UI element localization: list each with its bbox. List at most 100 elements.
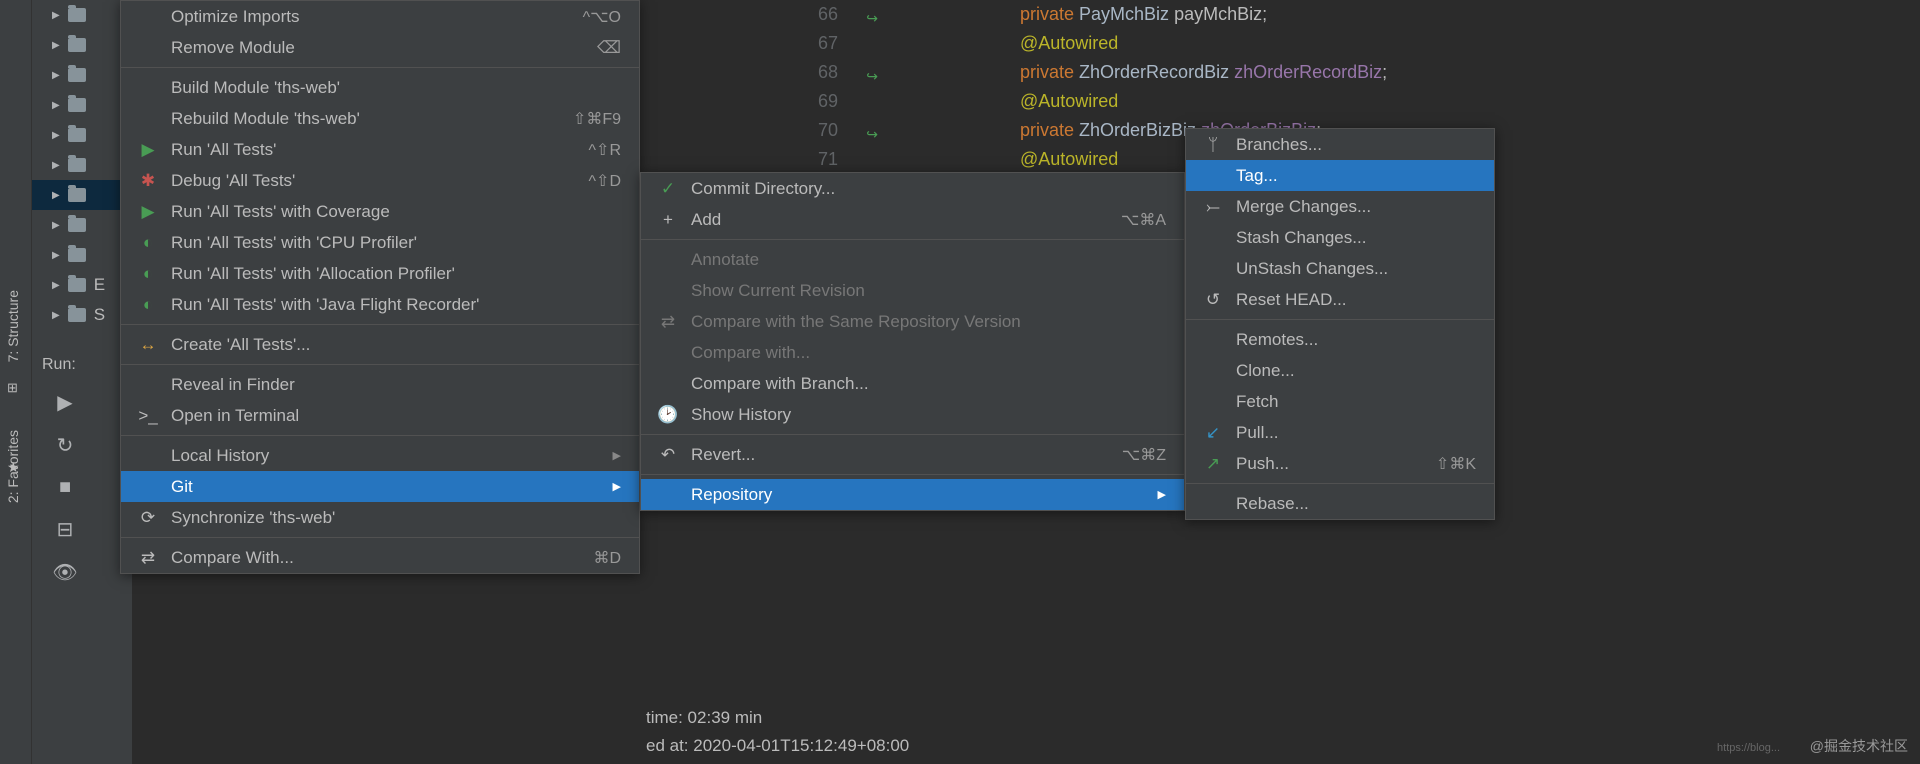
menu-item-open-in-terminal[interactable]: >_Open in Terminal	[121, 400, 639, 431]
submenu-repository[interactable]: ᛘ Branches... Tag...⤚Merge Changes... Stash…	[1185, 128, 1495, 520]
menu-item-rebuild-module-ths-web[interactable]: Rebuild Module 'ths-web'⇧⌘F9	[121, 103, 639, 134]
expand-icon[interactable]: ▶	[52, 10, 60, 21]
gutter-method-icon[interactable]: ↪	[866, 126, 878, 143]
submenu-arrow-icon: ▶	[1158, 488, 1166, 501]
tree-row[interactable]: ▶	[32, 180, 132, 210]
expand-icon[interactable]: ▶	[52, 40, 60, 51]
submenu-git[interactable]: ✓Commit Directory...+Add⌥⌘AAnnotateShow …	[640, 172, 1185, 511]
editor-line[interactable]: 66↪private PayMchBiz payMchBiz;	[640, 0, 1920, 29]
menu-item-revert[interactable]: ↶Revert...⌥⌘Z	[641, 439, 1184, 470]
menu-item-run-all-tests-with-java-flight-recorder[interactable]: ◐Run 'All Tests' with 'Java Flight Recor…	[121, 289, 639, 320]
menu-item-debug-all-tests[interactable]: ✱Debug 'All Tests'^⇧D	[121, 165, 639, 196]
menu-item-clone[interactable]: Clone...	[1186, 355, 1494, 386]
menu-item-stash-changes[interactable]: Stash Changes...	[1186, 222, 1494, 253]
menu-icon: ᛘ	[1204, 135, 1222, 155]
menu-icon: ⟳	[139, 508, 157, 528]
menu-item-rebase[interactable]: Rebase...	[1186, 488, 1494, 519]
code[interactable]: @Autowired	[850, 91, 1118, 112]
shortcut: ⌘D	[593, 548, 621, 568]
menu-item-tag[interactable]: Tag...	[1186, 160, 1494, 191]
menu-icon: >_	[139, 406, 157, 426]
line-number: 66↪	[640, 4, 850, 25]
project-tree[interactable]: ▶▶▶▶▶▶▶▶▶▶ E▶ S	[32, 0, 132, 764]
tree-row[interactable]: ▶ S	[32, 300, 132, 330]
expand-icon[interactable]: ▶	[52, 220, 60, 231]
code[interactable]: @Autowired	[850, 33, 1118, 54]
code[interactable]: @Autowired	[850, 149, 1118, 170]
menu-item-pull[interactable]: ↙Pull...	[1186, 417, 1494, 448]
tree-row[interactable]: ▶	[32, 90, 132, 120]
tree-row[interactable]: ▶	[32, 150, 132, 180]
menu-item-run-all-tests-with-cpu-profiler[interactable]: ◐Run 'All Tests' with 'CPU Profiler'	[121, 227, 639, 258]
run-icon[interactable]: ▶	[57, 390, 72, 415]
menu-item-show-history[interactable]: 🕑Show History	[641, 399, 1184, 430]
folder-icon	[68, 188, 86, 202]
menu-label: UnStash Changes...	[1236, 259, 1476, 279]
menu-item-run-all-tests-with-coverage[interactable]: ▶Run 'All Tests' with Coverage	[121, 196, 639, 227]
editor-line[interactable]: 68↪private ZhOrderRecordBiz zhOrderRecor…	[640, 58, 1920, 87]
line-number: 71	[640, 149, 850, 170]
menu-item-synchronize-ths-web[interactable]: ⟳ Synchronize 'ths-web'	[121, 502, 639, 533]
expand-icon[interactable]: ▶	[52, 130, 60, 141]
menu-label: Annotate	[691, 250, 1166, 270]
tree-row[interactable]: ▶ E	[32, 270, 132, 300]
menu-item-build-module-ths-web[interactable]: Build Module 'ths-web'	[121, 72, 639, 103]
menu-icon: ⇄	[659, 312, 677, 332]
gutter-method-icon[interactable]: ↪	[866, 68, 878, 85]
menu-item-add[interactable]: +Add⌥⌘A	[641, 204, 1184, 235]
eye-icon[interactable]: 👁	[52, 560, 77, 585]
menu-label: Synchronize 'ths-web'	[171, 508, 621, 528]
tree-row[interactable]: ▶	[32, 240, 132, 270]
tree-row[interactable]: ▶	[32, 120, 132, 150]
menu-label: Remotes...	[1236, 330, 1476, 350]
menu-item-remove-module[interactable]: Remove Module⌫	[121, 32, 639, 63]
code[interactable]: private ZhOrderRecordBiz zhOrderRecordBi…	[850, 62, 1387, 83]
menu-item-run-all-tests-with-allocation-profiler[interactable]: ◐Run 'All Tests' with 'Allocation Profil…	[121, 258, 639, 289]
gutter-method-icon[interactable]: ↪	[866, 10, 878, 27]
menu-item-create-all-tests[interactable]: ↔Create 'All Tests'...	[121, 329, 639, 360]
run-label: Run:	[42, 356, 76, 374]
context-menu-main[interactable]: Optimize Imports^⌥ORemove Module⌫ Build M…	[120, 0, 640, 574]
menu-item-push[interactable]: ↗Push...⇧⌘K	[1186, 448, 1494, 479]
expand-icon[interactable]: ▶	[52, 280, 60, 291]
expand-icon[interactable]: ▶	[52, 70, 60, 81]
tree-row[interactable]: ▶	[32, 60, 132, 90]
expand-icon[interactable]: ▶	[52, 190, 60, 201]
menu-item-reveal-in-finder[interactable]: Reveal in Finder	[121, 369, 639, 400]
menu-item-run-all-tests[interactable]: ▶Run 'All Tests'^⇧R	[121, 134, 639, 165]
menu-icon: 🕑	[659, 405, 677, 425]
menu-item-compare-with[interactable]: ⇄Compare With...⌘D	[121, 542, 639, 573]
expand-icon[interactable]: ▶	[52, 100, 60, 111]
expand-icon[interactable]: ▶	[52, 310, 60, 321]
editor-line[interactable]: 69@Autowired	[640, 87, 1920, 116]
menu-item-fetch[interactable]: Fetch	[1186, 386, 1494, 417]
toggle-icon[interactable]: ⊟	[57, 517, 74, 542]
menu-item-remotes[interactable]: Remotes...	[1186, 324, 1494, 355]
menu-item-local-history[interactable]: Local History▶	[121, 440, 639, 471]
menu-item-repository[interactable]: Repository▶	[641, 479, 1184, 510]
structure-tab[interactable]: 7: Structure	[5, 290, 21, 362]
menu-item-reset-head[interactable]: ↺Reset HEAD...	[1186, 284, 1494, 315]
tree-row[interactable]: ▶	[32, 210, 132, 240]
menu-item-branches[interactable]: ᛘ Branches...	[1186, 129, 1494, 160]
tree-row[interactable]: ▶	[32, 0, 132, 30]
menu-item-optimize-imports[interactable]: Optimize Imports^⌥O	[121, 1, 639, 32]
expand-icon[interactable]: ▶	[52, 160, 60, 171]
menu-icon: ▶	[139, 140, 157, 160]
menu-item-git[interactable]: Git▶	[121, 471, 639, 502]
menu-label: Stash Changes...	[1236, 228, 1476, 248]
menu-item-commit-directory[interactable]: ✓Commit Directory...	[641, 173, 1184, 204]
code[interactable]: private PayMchBiz payMchBiz;	[850, 4, 1267, 25]
menu-item-merge-changes[interactable]: ⤚Merge Changes...	[1186, 191, 1494, 222]
expand-icon[interactable]: ▶	[52, 250, 60, 261]
menu-label: Compare with Branch...	[691, 374, 1166, 394]
menu-label: Debug 'All Tests'	[171, 171, 589, 191]
stop-icon[interactable]: ■	[59, 476, 71, 499]
tree-row[interactable]: ▶	[32, 30, 132, 60]
menu-item-unstash-changes[interactable]: UnStash Changes...	[1186, 253, 1494, 284]
rerun-icon[interactable]: ↻	[57, 433, 74, 458]
menu-label: Run 'All Tests'	[171, 140, 589, 160]
editor-line[interactable]: 67@Autowired	[640, 29, 1920, 58]
menu-item-compare-with-branch[interactable]: Compare with Branch...	[641, 368, 1184, 399]
menu-label: Branches...	[1236, 135, 1476, 155]
